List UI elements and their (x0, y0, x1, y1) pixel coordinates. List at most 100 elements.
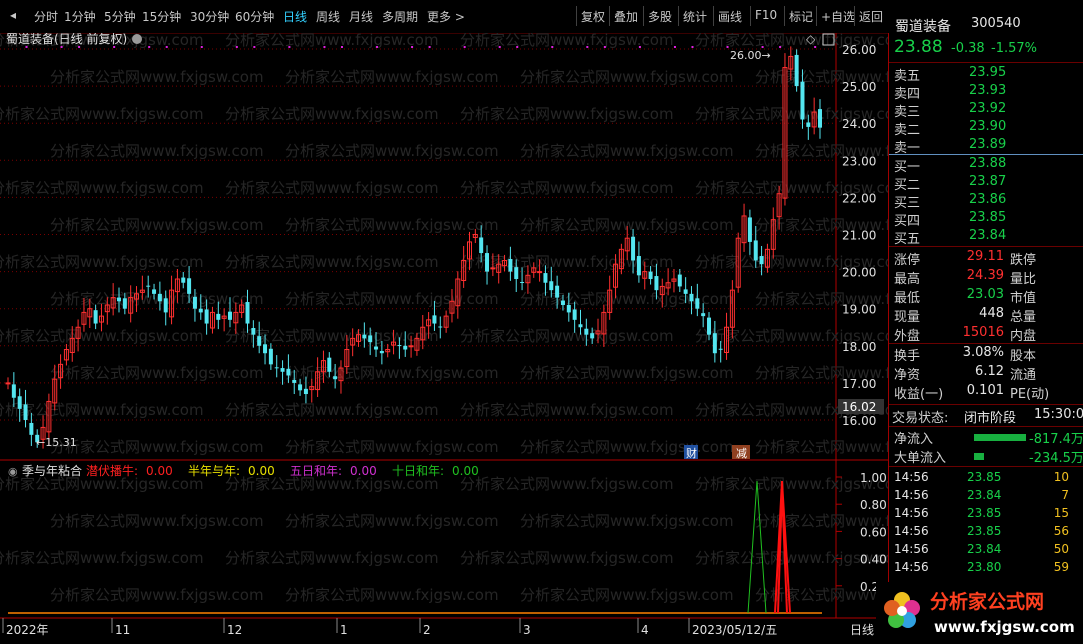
period-tab-10[interactable]: 更多 > (427, 8, 465, 25)
toolbar-button-7[interactable]: +自选 (821, 8, 855, 25)
candle-body (362, 334, 367, 339)
collapse-arrow-icon[interactable]: ◂ (10, 8, 16, 22)
trade-status-value: 闭市阶段 (964, 411, 1017, 426)
candle-body (368, 335, 373, 343)
period-tab-2[interactable]: 5分钟 (104, 8, 136, 25)
bid-label-0: 买一 (894, 160, 921, 175)
signal-dot (779, 46, 782, 48)
watermark-text: 分析家公式网www.fxjgsw.com (285, 216, 499, 234)
watermark-text: 分析家公式网www.fxjgsw.com (520, 68, 734, 86)
candle-body (683, 289, 688, 294)
ask-price-3: 23.90 (969, 119, 1007, 134)
period-tab-3[interactable]: 15分钟 (142, 8, 181, 25)
price-axis-label: 19.00 (842, 303, 876, 317)
candle-body (374, 346, 379, 350)
signal-dot (498, 46, 501, 48)
toolbar-separator (678, 6, 679, 26)
bid-label-3: 买四 (894, 214, 921, 229)
candle-body (508, 258, 513, 272)
flow-bar-0 (974, 434, 1026, 441)
indicator-item-value-2: 0.00 (350, 464, 377, 478)
watermark-text: 分析家公式网www.fxjgsw.com (50, 364, 264, 382)
signal-dot (165, 46, 168, 48)
candle-body (549, 281, 554, 291)
candle-body (403, 345, 408, 350)
bid-price-2: 23.86 (969, 192, 1007, 207)
indicator-item-label-3: 十日和年: (392, 464, 444, 478)
kline-chart-svg[interactable]: 分析家公式网www.fxjgsw.com 分析家公式网www.fxjgsw.com… (0, 31, 969, 641)
candle-body (198, 308, 203, 313)
stat-label-3: 现量 (894, 310, 921, 325)
toolbar-button-3[interactable]: 统计 (683, 8, 707, 25)
date-axis-label-1: 11 (115, 623, 130, 637)
watermark-text: 分析家公式网www.fxjgsw.com (225, 401, 439, 419)
toolbar-button-2[interactable]: 多股 (648, 8, 672, 25)
toolbar-button-5[interactable]: F10 (755, 8, 777, 22)
toolbar-button-6[interactable]: 标记 (789, 8, 813, 25)
price-axis-label: 22.00 (842, 191, 876, 205)
signal-dot (200, 46, 203, 48)
toolbar-button-0[interactable]: 复权 (581, 8, 605, 25)
toolbar-button-1[interactable]: 叠加 (614, 8, 638, 25)
stat-label2-2: 市值 (1010, 291, 1037, 306)
date-axis-label-5: 3 (523, 623, 531, 637)
candle-body (157, 293, 162, 302)
candle-body (11, 384, 16, 398)
stat-label-2: 最低 (894, 291, 921, 306)
tick-price-3: 23.85 (967, 524, 1002, 538)
watermark-text: 分析家公式网www.fxjgsw.com (0, 549, 204, 567)
signal-dot (323, 46, 326, 48)
logo-url: www.fxjgsw.com (934, 618, 1075, 636)
flower-icon (884, 592, 920, 628)
candle-body (187, 278, 192, 294)
logo-svg: 分析家公式网 www.fxjgsw.com (884, 590, 1075, 636)
bid-label-4: 买五 (894, 232, 921, 247)
stat-label-0: 涨停 (894, 253, 921, 268)
tick-vol-4: 50 (1053, 542, 1069, 556)
watermark-text: 分析家公式网www.fxjgsw.com (520, 290, 734, 308)
period-tab-7[interactable]: 周线 (316, 8, 340, 25)
candle-body (204, 309, 209, 324)
period-tab-9[interactable]: 多周期 (382, 8, 418, 25)
event-marker-jian: 减 (736, 447, 747, 460)
period-tab-0[interactable]: 分时 (34, 8, 58, 25)
flow-value-1: -234.5万 (1029, 451, 1083, 466)
period-tab-8[interactable]: 月线 (349, 8, 373, 25)
period-tab-4[interactable]: 30分钟 (190, 8, 229, 25)
watermark-text: 分析家公式网www.fxjgsw.com (285, 512, 499, 530)
panel-divider (889, 62, 1083, 63)
settings-circle-icon[interactable] (132, 34, 142, 44)
toolbar-separator (784, 6, 785, 26)
toolbar-button-8[interactable]: 返回 (859, 8, 883, 25)
signal-dot (586, 46, 589, 48)
stat-label2-4: 内盘 (1010, 329, 1037, 344)
watermark-text: 分析家公式网www.fxjgsw.com (50, 216, 264, 234)
candle-body (677, 274, 682, 287)
candle-body (747, 217, 752, 242)
price-axis-label: 26.00 (842, 43, 876, 57)
candle-body (438, 326, 443, 328)
period-tab-6[interactable]: 日线 (283, 8, 307, 25)
period-tab-1[interactable]: 1分钟 (64, 8, 96, 25)
tick-vol-1: 7 (1061, 488, 1069, 502)
candle-body (818, 109, 822, 128)
bid-price-4: 23.84 (969, 228, 1007, 243)
stat2-label2-1: 流通 (1010, 368, 1037, 383)
date-axis-label-3: 1 (340, 623, 348, 637)
candle-body (578, 324, 583, 328)
signal-dot (603, 46, 606, 48)
price-axis-label: 23.00 (842, 154, 876, 168)
candle-body (216, 313, 221, 320)
date-axis-period: 日线 (850, 623, 874, 637)
tick-time-0: 14:56 (894, 470, 929, 484)
toolbar-button-4[interactable]: 画线 (718, 8, 742, 25)
candle-body (543, 273, 548, 283)
watermark-text: 分析家公式网www.fxjgsw.com (285, 364, 499, 382)
period-tab-5[interactable]: 60分钟 (235, 8, 274, 25)
price-axis-label: 18.00 (842, 340, 876, 354)
ask-price-4: 23.89 (969, 137, 1007, 152)
tick-time-5: 14:56 (894, 560, 929, 574)
chart-area[interactable]: 分析家公式网www.fxjgsw.com 分析家公式网www.fxjgsw.com… (0, 31, 969, 641)
candle-body (268, 348, 273, 365)
toolbar-separator (713, 6, 714, 26)
